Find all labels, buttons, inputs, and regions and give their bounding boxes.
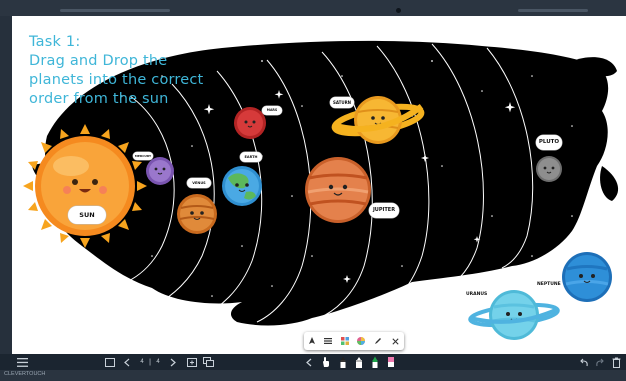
undo-icon[interactable] bbox=[578, 355, 590, 369]
task-title: Task 1: Drag and Drop the planets into t… bbox=[29, 34, 204, 107]
hand-icon[interactable] bbox=[320, 355, 332, 369]
neptune-label[interactable]: NEPTUNE bbox=[537, 282, 561, 287]
uranus-label[interactable]: URANUS bbox=[466, 292, 487, 297]
redo-icon[interactable] bbox=[594, 355, 606, 369]
close-icon[interactable] bbox=[388, 334, 402, 348]
whiteboard-canvas[interactable]: Task 1: Drag and Drop the planets into t… bbox=[12, 16, 626, 354]
highlighter-icon[interactable] bbox=[353, 355, 365, 369]
mars-label[interactable]: MARS bbox=[262, 106, 282, 115]
pluto-label[interactable]: PLUTO bbox=[536, 135, 562, 150]
color-wheel-icon[interactable] bbox=[354, 334, 368, 348]
page-overview-icon[interactable] bbox=[202, 355, 214, 369]
status-bar: CLEVERTOUCH bbox=[0, 370, 626, 381]
mercury-label[interactable]: MERCURY bbox=[133, 152, 153, 160]
grid-icon[interactable] bbox=[338, 334, 352, 348]
page-icon[interactable] bbox=[104, 355, 116, 369]
collapse-icon[interactable] bbox=[304, 355, 314, 369]
prev-icon[interactable] bbox=[122, 355, 132, 369]
earth-label[interactable]: EARTH bbox=[240, 152, 262, 162]
sun bbox=[23, 124, 147, 248]
jupiter-label[interactable]: JUPITER bbox=[369, 203, 399, 218]
page-total: 4 bbox=[156, 359, 160, 365]
trash-icon[interactable] bbox=[610, 355, 622, 369]
pen-green-icon[interactable] bbox=[369, 355, 381, 369]
bottom-toolbar: 4 | 4 bbox=[0, 354, 626, 370]
menu-icon[interactable] bbox=[16, 355, 28, 369]
earth bbox=[222, 166, 262, 206]
page-current: 4 bbox=[140, 359, 144, 365]
mars bbox=[234, 107, 266, 139]
device-frame: Task 1: Drag and Drop the planets into t… bbox=[0, 0, 626, 381]
pen-black-icon[interactable] bbox=[337, 355, 349, 369]
venus bbox=[177, 194, 217, 234]
eraser-icon[interactable] bbox=[385, 355, 397, 369]
top-handle-left bbox=[60, 9, 170, 12]
list-icon[interactable] bbox=[321, 334, 335, 348]
pointer-icon[interactable] bbox=[305, 334, 319, 348]
uranus bbox=[468, 290, 560, 340]
jupiter bbox=[305, 157, 371, 223]
mercury bbox=[146, 157, 174, 185]
pluto bbox=[536, 156, 562, 182]
saturn-label[interactable]: SATURN bbox=[330, 97, 354, 108]
pen-icon[interactable] bbox=[371, 334, 385, 348]
top-handle-right bbox=[518, 9, 588, 12]
next-icon[interactable] bbox=[168, 355, 178, 369]
floating-toolbar bbox=[304, 332, 404, 350]
status-text: CLEVERTOUCH bbox=[4, 371, 46, 377]
top-bezel bbox=[0, 0, 626, 16]
venus-label[interactable]: VENUS bbox=[187, 178, 211, 188]
add-page-icon[interactable] bbox=[186, 355, 198, 369]
camera-dot bbox=[396, 8, 401, 13]
page-divider: | bbox=[149, 358, 151, 366]
sun-label[interactable]: SUN bbox=[68, 206, 106, 224]
neptune bbox=[562, 252, 612, 302]
